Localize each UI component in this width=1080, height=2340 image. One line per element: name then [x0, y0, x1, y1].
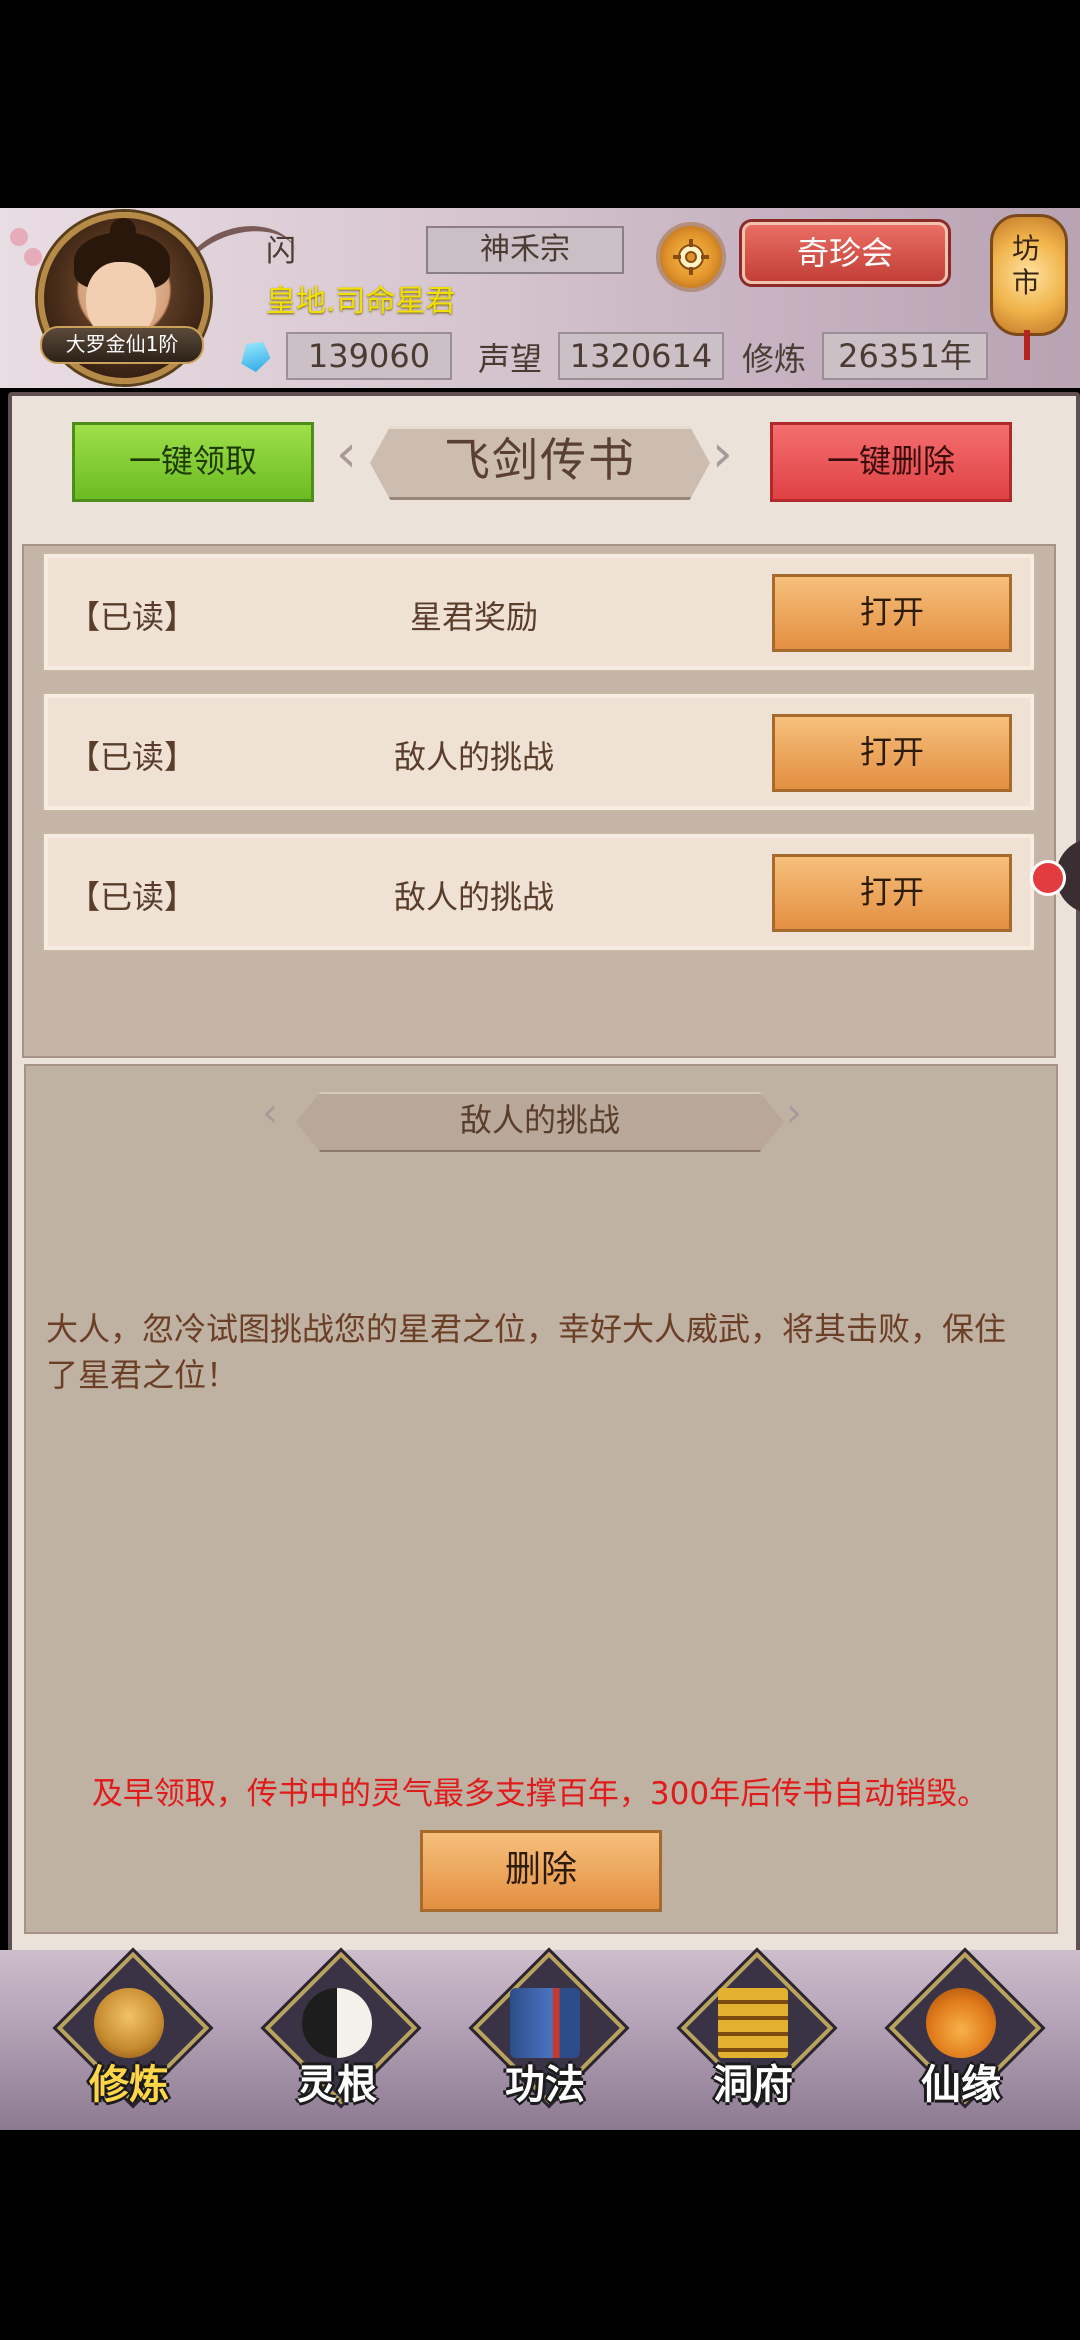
mail-item[interactable]: 【已读】 星君奖励 打开 [42, 552, 1036, 672]
nav-item-immortal-fate[interactable]: 仙缘 [886, 1951, 1042, 2110]
gourd-icon [926, 1988, 996, 2058]
blossom-decoration [10, 228, 28, 246]
nav-label: 功法 [505, 2062, 585, 2108]
panel-title-banner: 飞剑传书 [340, 420, 740, 500]
nav-item-spirit-root[interactable]: 灵根 [262, 1951, 418, 2110]
spirit-stone-count: 139060 [286, 332, 452, 380]
nav-label: 修炼 [89, 2062, 169, 2108]
monk-icon [94, 1988, 164, 2058]
player-title: 皇地.司命星君 [266, 284, 456, 319]
player-name: 闪 [266, 234, 296, 269]
delete-all-button[interactable]: 一键删除 [770, 422, 1012, 502]
tassel-decoration [1024, 330, 1030, 360]
mail-subject: 星君奖励 [409, 598, 538, 636]
notification-dot [1030, 860, 1066, 896]
nav-item-cultivation[interactable]: 修炼 [54, 1951, 210, 2110]
spirit-root-icon [302, 1988, 372, 2058]
reputation-label: 声望 [478, 340, 543, 378]
top-status-bar: 大罗金仙1阶 闪 皇地.司命星君 神禾宗 奇珍会 坊 市 139060 声望 1… [0, 208, 1080, 388]
mail-subject: 敌人的挑战 [393, 738, 554, 776]
nav-label: 仙缘 [921, 2062, 1001, 2108]
open-mail-button[interactable]: 打开 [772, 714, 1012, 792]
realm-badge: 大罗金仙1阶 [40, 326, 204, 364]
expiry-warning: 及早领取，传书中的灵气最多支撑百年，300年后传书自动销毁。 [91, 1776, 989, 1812]
detail-title-banner: 敌人的挑战 [270, 1088, 810, 1152]
settings-button[interactable] [656, 222, 726, 292]
open-mail-button[interactable]: 打开 [772, 854, 1012, 932]
market-label-line1: 坊 [1011, 232, 1040, 265]
cultivation-label: 修炼 [742, 340, 807, 378]
mail-body-text: 大人，忽冷试图挑战您的星君之位，幸好大人威武，将其击败，保住了星君之位！ [46, 1310, 1007, 1394]
nav-item-techniques[interactable]: 功法 [470, 1951, 626, 2110]
gear-icon [673, 239, 709, 275]
mail-status: 【已读】 [68, 878, 197, 916]
claim-all-button[interactable]: 一键领取 [72, 422, 314, 502]
cultivation-value: 26351年 [822, 332, 988, 380]
spirit-stone-icon [236, 335, 275, 375]
delete-mail-button[interactable]: 删除 [420, 1830, 662, 1912]
treasure-fair-button[interactable]: 奇珍会 [742, 222, 948, 284]
scripture-book-icon [510, 1988, 580, 2058]
detail-title: 敌人的挑战 [459, 1101, 620, 1139]
mail-status: 【已读】 [68, 598, 197, 636]
mail-subject: 敌人的挑战 [393, 878, 554, 916]
open-mail-button[interactable]: 打开 [772, 574, 1012, 652]
sect-name[interactable]: 神禾宗 [426, 226, 624, 274]
market-button[interactable]: 坊 市 [990, 208, 1070, 360]
nav-label: 灵根 [297, 2062, 377, 2108]
blossom-decoration [24, 248, 42, 266]
mail-item[interactable]: 【已读】 敌人的挑战 打开 [42, 692, 1036, 812]
reputation-value: 1320614 [558, 332, 724, 380]
panel-title: 飞剑传书 [444, 433, 636, 487]
mail-status: 【已读】 [68, 738, 197, 776]
mail-item[interactable]: 【已读】 敌人的挑战 打开 [42, 832, 1036, 952]
nav-item-cave-dwelling[interactable]: 洞府 [678, 1951, 834, 2110]
market-label-line2: 市 [1011, 266, 1040, 299]
bottom-navigation: 修炼 灵根 功法 洞府 仙缘 [0, 1950, 1080, 2130]
pagoda-icon [718, 1988, 788, 2058]
nav-label: 洞府 [713, 2062, 793, 2108]
